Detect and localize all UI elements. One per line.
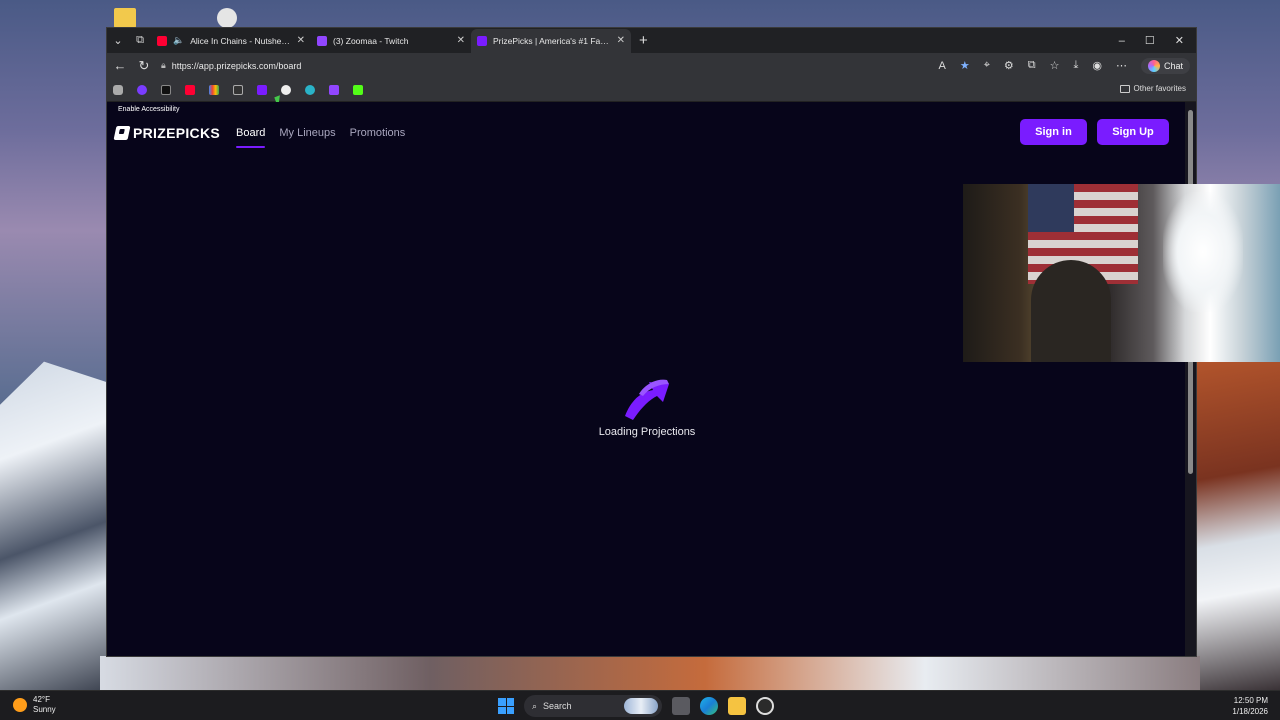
window-controls: – ☐ ✕ — [1119, 28, 1190, 53]
nav-board[interactable]: Board — [236, 121, 266, 148]
cyan-app-icon[interactable] — [305, 84, 315, 95]
system-clock[interactable]: 12:50 PM 1/18/2026 — [1232, 695, 1268, 717]
address-bar: ← ↻ 🔒︎ https://app.prizepicks.com/board … — [107, 53, 1196, 78]
light-glow — [1163, 192, 1243, 312]
tab-title: (3) Zoomaa - Twitch — [333, 35, 409, 46]
folder-icon — [1119, 84, 1130, 93]
webcam-overlay — [963, 184, 1280, 362]
favorite-star-icon[interactable]: ★ — [960, 59, 970, 72]
file-explorer-icon[interactable] — [728, 697, 746, 715]
weather-desc: Sunny — [33, 705, 56, 714]
close-tab-icon[interactable]: ✕ — [297, 35, 305, 46]
weather-temp: 42°F — [33, 695, 50, 704]
x-icon[interactable] — [161, 84, 171, 95]
loading-indicator: Loading Projections — [567, 370, 727, 438]
purple-app-icon[interactable] — [137, 84, 147, 95]
desktop-wallpaper-bottom — [100, 656, 1200, 690]
prizepicks-icon — [477, 35, 487, 46]
url-field[interactable]: 🔒︎ https://app.prizepicks.com/board — [161, 56, 928, 76]
browser-toolbar: A ★ ⌖ ⚙ ⧉ ☆ ⤓ ◉ ⋯ Chat — [938, 57, 1190, 74]
back-icon[interactable]: ← — [113, 58, 127, 73]
sign-up-button[interactable]: Sign Up — [1097, 119, 1169, 145]
clock-time: 12:50 PM — [1233, 696, 1268, 705]
desktop-wallpaper-left — [0, 361, 110, 700]
read-aloud-icon[interactable]: A — [938, 60, 945, 72]
file-icon[interactable] — [217, 8, 237, 28]
search-highlight-image — [624, 698, 658, 714]
sign-in-button[interactable]: Sign in — [1020, 119, 1087, 145]
copilot-icon — [1147, 59, 1160, 72]
nav-promotions[interactable]: Promotions — [350, 121, 406, 145]
location-icon[interactable]: ⌖ — [984, 59, 990, 72]
refresh-icon[interactable]: ↻ — [137, 58, 151, 74]
new-tab-button[interactable]: + — [631, 32, 656, 49]
google-icon[interactable] — [209, 84, 219, 95]
prizepicks-logo[interactable]: PRIZEPICKS — [113, 125, 221, 141]
prizepicks-loader-icon — [625, 379, 669, 420]
youtube-icon — [157, 35, 167, 46]
camera-icon[interactable] — [113, 84, 123, 95]
edge-icon[interactable] — [700, 697, 718, 715]
search-label: Search — [543, 701, 572, 711]
person-silhouette — [1031, 260, 1111, 362]
tab-bar: ⌄ ⧉ 🔈 Alice In Chains - Nutshell (MTV ✕ … — [107, 28, 1196, 53]
tab-actions-icon[interactable]: ⌄ — [107, 30, 129, 52]
other-favorites-label: Other favorites — [1133, 84, 1186, 93]
site-nav: PRIZEPICKS Board My Lineups Promotions — [113, 118, 406, 148]
lock-icon[interactable]: 🔒︎ — [161, 60, 166, 71]
favorites-icon[interactable]: ☆ — [1050, 59, 1060, 72]
taskbar-apps: ⌕ Search — [498, 695, 774, 717]
workspaces-icon[interactable]: ⧉ — [129, 30, 151, 52]
auth-buttons: Sign in Sign Up — [1020, 119, 1169, 145]
favorites-bar: Other favorites — [107, 78, 1196, 102]
prizepicks-icon — [113, 126, 131, 140]
prizepicks-icon[interactable] — [257, 84, 267, 95]
tab-twitch[interactable]: (3) Zoomaa - Twitch ✕ — [311, 29, 471, 53]
taskbar-search[interactable]: ⌕ Search — [524, 695, 662, 717]
chat-label: Chat — [1163, 60, 1183, 71]
taskbar: 42°F Sunny ⌕ Search 12:50 PM 1/18/2026 — [0, 690, 1280, 720]
windows-start-icon[interactable] — [498, 698, 514, 714]
url-text: https://app.prizepicks.com/board — [171, 60, 302, 71]
extensions-icon[interactable]: ⚙ — [1004, 59, 1014, 72]
kick-icon[interactable] — [353, 84, 363, 95]
tab-title: PrizePicks | America's #1 Fantasy S — [493, 35, 611, 46]
split-screen-icon[interactable]: ⧉ — [1028, 59, 1036, 72]
close-tab-icon[interactable]: ✕ — [457, 35, 465, 46]
github-icon[interactable] — [281, 84, 291, 95]
close-tab-icon[interactable]: ✕ — [617, 35, 625, 46]
copilot-chat-button[interactable]: Chat — [1140, 57, 1190, 74]
obs-icon[interactable] — [756, 697, 774, 715]
more-icon[interactable]: ⋯ — [1116, 59, 1127, 72]
tab-title: Alice In Chains - Nutshell (MTV — [190, 35, 291, 46]
tab-prizepicks[interactable]: PrizePicks | America's #1 Fantasy S ✕ — [471, 28, 631, 53]
profile-icon[interactable]: ◉ — [1092, 59, 1102, 72]
roblox-icon[interactable] — [233, 84, 243, 95]
desktop-wallpaper-right — [1194, 360, 1280, 690]
youtube-icon[interactable] — [185, 84, 195, 95]
maximize-button[interactable]: ☐ — [1145, 34, 1155, 47]
other-favorites[interactable]: Other favorites — [1119, 84, 1186, 93]
logo-text: PRIZEPICKS — [133, 125, 221, 141]
tab-alice-in-chains[interactable]: 🔈 Alice In Chains - Nutshell (MTV ✕ — [151, 29, 311, 53]
twitch-icon[interactable] — [329, 84, 339, 95]
weather-widget[interactable]: 42°F Sunny — [13, 695, 56, 715]
loading-text: Loading Projections — [598, 426, 696, 438]
twitch-icon — [317, 35, 327, 46]
speaker-icon[interactable]: 🔈 — [173, 35, 184, 46]
download-icon[interactable]: ⤓ — [1074, 59, 1079, 72]
task-view-icon[interactable] — [672, 697, 690, 715]
folder-icon[interactable] — [114, 8, 136, 28]
close-window-button[interactable]: ✕ — [1175, 34, 1184, 47]
sun-icon — [13, 698, 27, 712]
enable-accessibility-link[interactable]: Enable Accessibility — [118, 106, 179, 113]
clock-date: 1/18/2026 — [1232, 707, 1268, 716]
minimize-button[interactable]: – — [1119, 35, 1125, 47]
search-icon: ⌕ — [532, 700, 538, 711]
nav-my-lineups[interactable]: My Lineups — [279, 121, 335, 145]
